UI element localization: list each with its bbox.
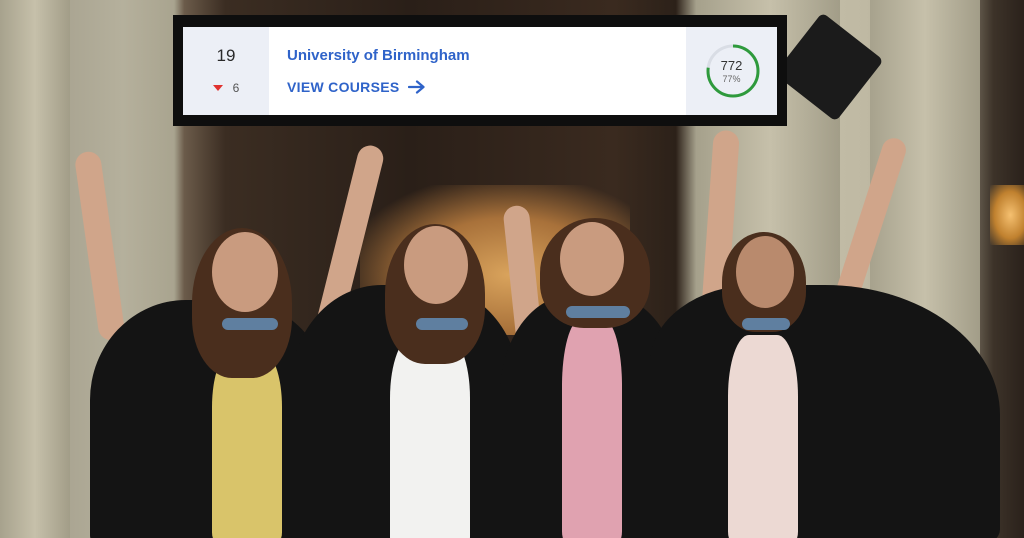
dress <box>390 335 470 538</box>
wall-lamp <box>990 185 1024 245</box>
university-name[interactable]: University of Birmingham <box>287 47 470 64</box>
stone-pillar-left <box>0 0 70 538</box>
score-percent: 77% <box>722 74 741 84</box>
rank-change: 6 <box>183 81 269 95</box>
gown-hood <box>222 318 278 330</box>
dress <box>212 350 282 538</box>
view-courses-link[interactable]: VIEW COURSES <box>287 79 426 95</box>
arrow-right-icon <box>407 80 425 94</box>
face <box>212 232 278 312</box>
face <box>560 222 624 296</box>
raised-arm <box>73 150 126 342</box>
gown-hood <box>566 306 630 318</box>
rank-number: 19 <box>216 46 236 65</box>
university-panel: University of Birmingham VIEW COURSES <box>269 27 686 115</box>
rank-panel: 19 6 <box>183 27 269 115</box>
gown-hood <box>416 318 468 330</box>
score-value: 772 <box>720 58 743 73</box>
dress <box>562 320 622 538</box>
rank-change-value: 6 <box>232 81 240 95</box>
gown-hood <box>742 318 790 330</box>
view-courses-label: VIEW COURSES <box>287 79 400 95</box>
face <box>736 236 794 308</box>
dress <box>728 335 798 538</box>
graduation-gown <box>650 285 1000 538</box>
score-panel: 772 77% <box>686 27 777 115</box>
triangle-down-icon <box>212 85 223 91</box>
ranking-card: 19 6 University of Birmingham VIEW COURS… <box>183 27 777 115</box>
face <box>404 226 468 304</box>
